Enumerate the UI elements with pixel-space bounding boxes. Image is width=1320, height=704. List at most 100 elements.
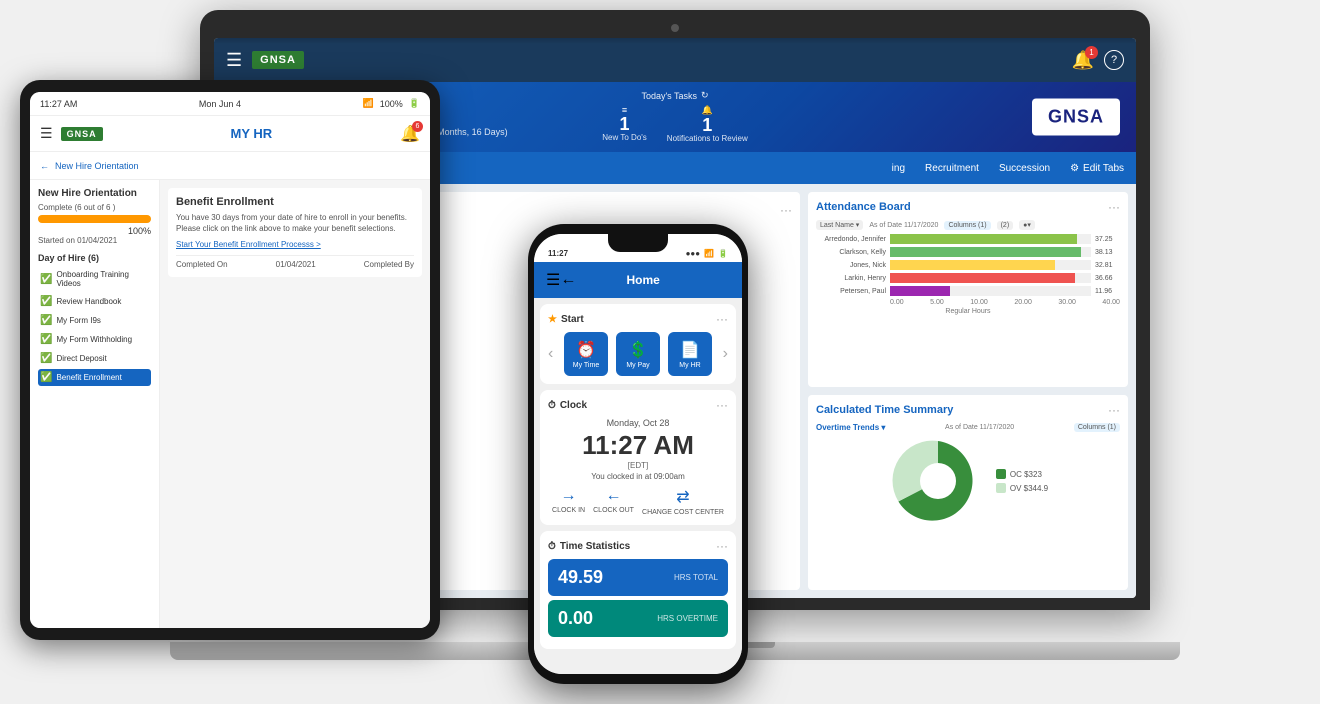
time-summary-dots[interactable]: ··· [1108, 403, 1120, 417]
completed-on-date: 01/04/2021 [276, 260, 316, 269]
nav-item-handbook[interactable]: ✅ Review Handbook [38, 293, 151, 310]
pie-chart-container: OC $323 OV $344.9 [816, 436, 1120, 526]
nav-label-5: Benefit Enrollment [56, 373, 121, 382]
attendance-dots[interactable]: ··· [1108, 200, 1120, 214]
nav-item-ing[interactable]: ing [892, 163, 905, 174]
benefit-enrollment-card: Benefit Enrollment You have 30 days from… [168, 188, 422, 277]
legend-label-0: OC $323 [1010, 470, 1042, 479]
my-time-icon: ⏰ [576, 340, 596, 360]
nav-item-onboarding[interactable]: ✅ Onboarding Training Videos [38, 267, 151, 291]
pie-legend: OC $323 OV $344.9 [996, 469, 1048, 493]
enrollment-link[interactable]: Start Your Benefit Enrollment Processs > [176, 240, 414, 249]
stat-value-total: 49.59 [558, 567, 603, 588]
time-summary-panel: Calculated Time Summary ··· Overtime Tre… [808, 395, 1128, 590]
help-icon[interactable]: ? [1104, 50, 1124, 70]
laptop-logo: GNSA [252, 51, 304, 69]
clock-in-btn[interactable]: → CLOCK IN [552, 487, 585, 517]
stat-total-unit: HRS TOTAL [674, 573, 718, 582]
att-name-0: Arredondo, Jennifer [816, 236, 886, 243]
nav-item-form-i9[interactable]: ✅ My Form I9s [38, 312, 151, 329]
my-hr-btn[interactable]: 📄 My HR [668, 332, 712, 376]
att-row-2: Jones, Nick 32.81 [816, 260, 1120, 270]
change-cost-btn[interactable]: ⇄ CHANGE COST CENTER [642, 487, 724, 517]
check-icon-3: ✅ [40, 334, 52, 345]
tasks-items: ≡ 1 New To Do's 🔔 1 Notifications to Rev… [602, 105, 747, 143]
laptop-logo-area: ☰ GNSA [226, 50, 304, 71]
edit-tabs-btn[interactable]: ⚙ Edit Tabs [1070, 163, 1124, 174]
att-filter-dot[interactable]: ●▾ [1019, 220, 1035, 230]
tablet-notification-badge: 6 [412, 121, 423, 132]
sidebar-title: New Hire Orientation [38, 188, 151, 199]
nav-item-succession[interactable]: Succession [999, 163, 1050, 174]
time-stats-title: ⏱ Time Statistics [548, 541, 630, 552]
stat-row-total: 49.59 HRS TOTAL [548, 559, 728, 596]
tablet-hamburger[interactable]: ☰ [40, 125, 53, 142]
att-bar-3 [890, 273, 1075, 283]
att-bar-wrap-1 [890, 247, 1091, 257]
time-stats-dots[interactable]: ··· [716, 539, 728, 553]
att-columns-label[interactable]: Columns (1) [944, 221, 990, 230]
ts-columns[interactable]: Columns (1) [1074, 423, 1120, 432]
clock-title: ⏱ Clock [548, 400, 587, 411]
laptop-topbar: ☰ GNSA 🔔 1 ? [214, 38, 1136, 82]
notification-badge: 1 [1085, 46, 1098, 59]
tablet-sidebar: New Hire Orientation Complete (6 out of … [30, 180, 160, 628]
my-time-btn[interactable]: ⏰ My Time [564, 332, 608, 376]
nav-item-withholding[interactable]: ✅ My Form Withholding [38, 331, 151, 348]
att-lastname-filter[interactable]: Last Name ▾ [816, 220, 863, 230]
phone-back-icon[interactable]: ← [560, 271, 576, 289]
nav-item-recruitment[interactable]: Recruitment [925, 163, 979, 174]
notification-bell[interactable]: 🔔 1 [1072, 50, 1094, 71]
clock-card-dots[interactable]: ··· [716, 398, 728, 412]
phone-signal-icon: ●●● [686, 249, 701, 258]
start-card-dots[interactable]: ··· [716, 312, 728, 326]
phone-time-stats-card: ⏱ Time Statistics ··· 49.59 HRS TOTAL [540, 531, 736, 649]
clock-time: 11:27 AM [548, 430, 728, 461]
task-notif-desc: Notifications to Review [667, 134, 748, 143]
tablet-main: Benefit Enrollment You have 30 days from… [160, 180, 430, 628]
prev-arrow[interactable]: ‹ [548, 345, 553, 363]
left-panel-dots[interactable]: ··· [780, 203, 792, 217]
clock-actions: → CLOCK IN ← CLOCK OUT ⇄ CHANGE COST CEN… [548, 487, 728, 517]
att-val-3: 36.66 [1095, 275, 1120, 282]
gear-icon: ⚙ [1070, 163, 1079, 174]
attendance-title: Attendance Board [816, 201, 911, 213]
nav-item-deposit[interactable]: ✅ Direct Deposit [38, 350, 151, 367]
task-desc: New To Do's [602, 133, 647, 142]
legend-label-1: OV $344.9 [1010, 484, 1048, 493]
check-icon-5: ✅ [40, 372, 52, 383]
hamburger-icon[interactable]: ☰ [226, 50, 242, 71]
next-arrow[interactable]: › [723, 345, 728, 363]
my-pay-icon: 💲 [628, 340, 648, 360]
att-filter-2[interactable]: (2) [997, 221, 1014, 230]
sidebar-section-title: Day of Hire (6) [38, 253, 151, 263]
breadcrumb-back-icon[interactable]: ← [40, 161, 49, 171]
clock-in-icon: → [561, 487, 577, 505]
clock-out-btn[interactable]: ← CLOCK OUT [593, 487, 634, 517]
laptop-top-icons: 🔔 1 ? [1072, 50, 1124, 71]
refresh-icon[interactable]: ↻ [701, 90, 709, 101]
quick-actions: ⏰ My Time 💲 My Pay 📄 My HR [564, 332, 712, 376]
phone-menu-icon[interactable]: ☰ [546, 270, 560, 290]
att-val-4: 11.96 [1095, 288, 1120, 295]
tablet-content: New Hire Orientation Complete (6 out of … [30, 180, 430, 628]
nav-item-benefit[interactable]: ✅ Benefit Enrollment [38, 369, 151, 386]
task-notifications: 🔔 1 Notifications to Review [667, 105, 748, 143]
sidebar-started: Started on 01/04/2021 [38, 236, 151, 245]
nav-label-0: Onboarding Training Videos [56, 270, 149, 288]
start-label: Start [561, 314, 584, 325]
att-bar-wrap-2 [890, 260, 1091, 270]
tablet-notification-bell[interactable]: 🔔 6 [400, 124, 420, 144]
completed-on-label: Completed On [176, 260, 228, 269]
stat-total-value: 49.59 [558, 567, 603, 588]
att-bar-wrap-3 [890, 273, 1091, 283]
overtime-label[interactable]: Overtime Trends ▾ [816, 423, 885, 432]
phone-start-card: ★ Start ··· ‹ ⏰ My Time [540, 304, 736, 384]
edit-tabs-label: Edit Tabs [1083, 163, 1124, 174]
att-val-1: 38.13 [1095, 249, 1120, 256]
clock-clocked-in: You clocked in at 09:00am [548, 472, 728, 481]
change-cost-icon: ⇄ [676, 487, 689, 507]
clock-day: Monday, Oct 28 [548, 418, 728, 428]
att-bar-2 [890, 260, 1055, 270]
my-pay-btn[interactable]: 💲 My Pay [616, 332, 660, 376]
